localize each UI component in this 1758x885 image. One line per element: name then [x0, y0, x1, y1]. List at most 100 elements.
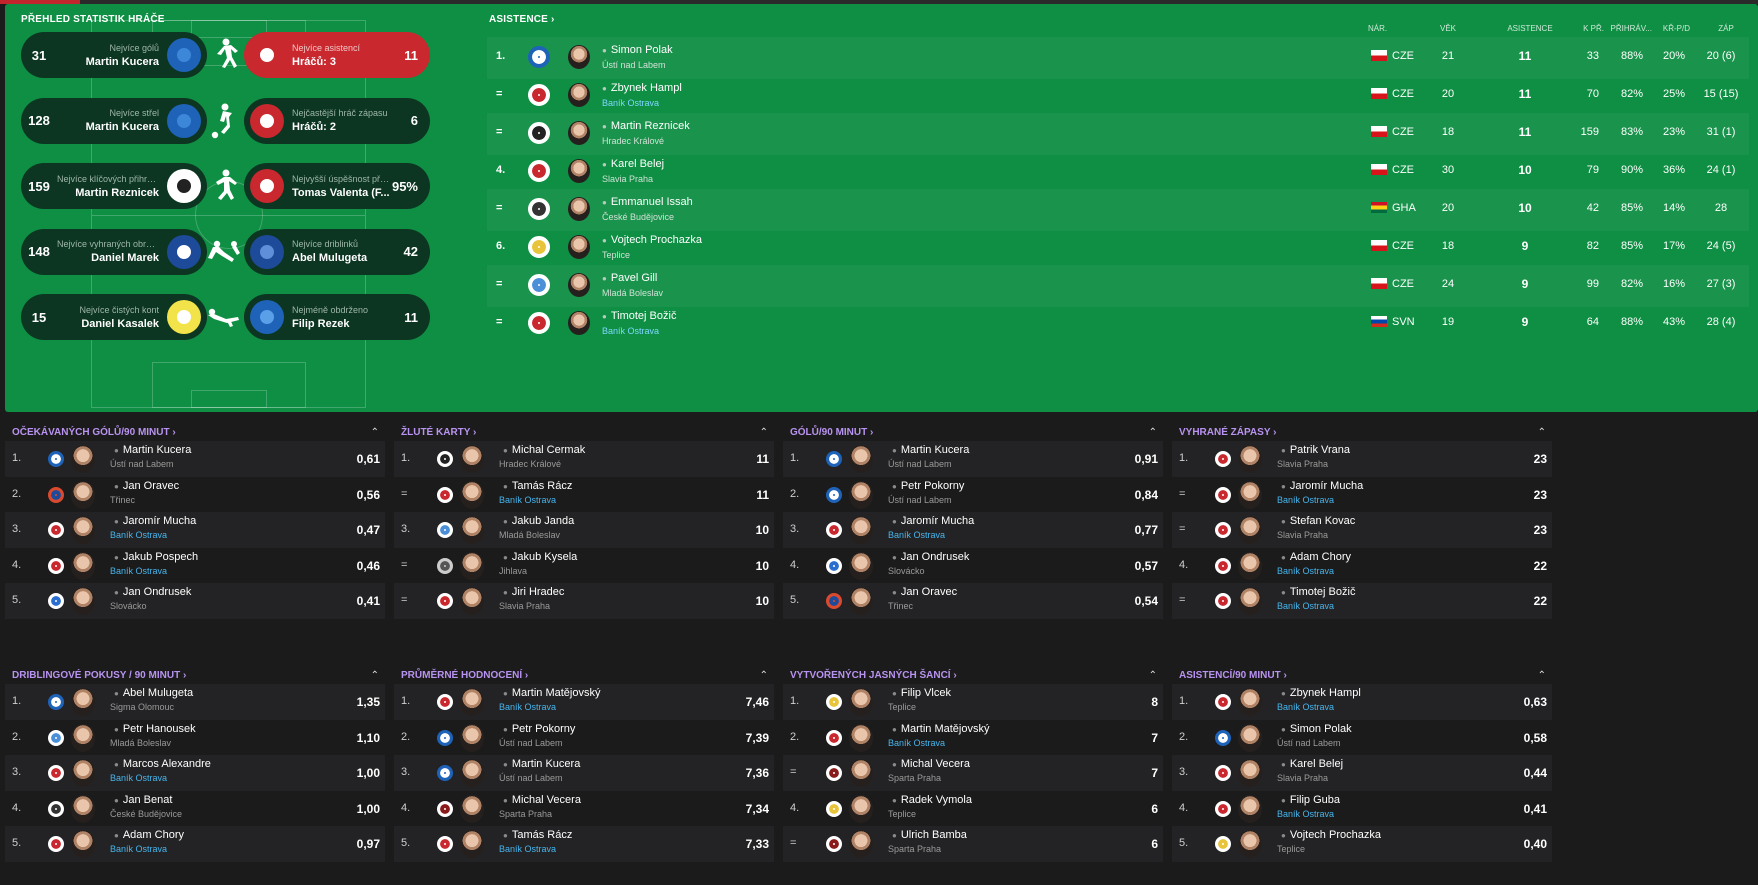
club-crest-icon[interactable] [1215, 729, 1231, 746]
player-club[interactable]: Slovácko [888, 566, 925, 576]
list-item[interactable]: 3. ● Jakub Janda Mladá Boleslav 10 [394, 512, 774, 548]
club-crest-icon[interactable] [437, 836, 453, 852]
stat-player[interactable]: Filip Rezek [292, 318, 390, 330]
player-club[interactable]: Mladá Boleslav [602, 288, 663, 298]
player-club[interactable]: Baník Ostrava [1277, 809, 1334, 819]
club-crest-icon[interactable] [48, 836, 64, 852]
player-club[interactable]: Baník Ostrava [602, 326, 659, 336]
list-item[interactable]: 5. ● Adam Chory Baník Ostrava 0,97 [5, 826, 385, 862]
collapse-icon[interactable]: ⌃ [760, 427, 768, 438]
card-title[interactable]: VYTVOŘENÝCH JASNÝCH ŠANCÍ › [790, 670, 957, 681]
table-row[interactable]: = ● Emmanuel Issah České Budějovice GHA 2… [487, 189, 1749, 231]
table-row[interactable]: = ● Zbynek Hampl Baník Ostrava CZE 20 11 … [487, 75, 1749, 117]
player-name[interactable]: ● Martin Kucera [892, 444, 969, 456]
player-name[interactable]: ● Jakub Kysela [503, 551, 577, 563]
club-crest-icon[interactable] [826, 557, 842, 574]
col-kp[interactable]: K PŘ. [1574, 24, 1604, 33]
table-row[interactable]: = ● Pavel Gill Mladá Boleslav CZE 24 9 99… [487, 265, 1749, 307]
player-face[interactable] [71, 445, 95, 473]
club-crest-icon[interactable] [48, 593, 64, 609]
player-face[interactable] [460, 794, 484, 823]
list-item[interactable]: = ● Timotej Božič Baník Ostrava 22 [1172, 583, 1552, 619]
list-item[interactable]: 2. ● Petr Pokorny Ústí nad Labem 0,84 [783, 477, 1163, 513]
club-crest-icon[interactable] [528, 312, 550, 334]
player-face[interactable] [71, 830, 95, 858]
stat-player[interactable]: Hráčů: 2 [292, 121, 390, 133]
club-crest-icon[interactable] [528, 46, 550, 68]
table-row[interactable]: = ● Timotej Božič Baník Ostrava SVN 19 9 … [487, 303, 1749, 345]
player-face[interactable] [849, 723, 873, 752]
assists-title[interactable]: ASISTENCE › [489, 14, 555, 25]
player-club[interactable]: Baník Ostrava [1277, 566, 1334, 576]
player-face[interactable] [568, 45, 590, 69]
col-krpd[interactable]: KŘ-P/D [1656, 24, 1690, 33]
player-face[interactable] [568, 273, 590, 297]
player-club[interactable]: Slavia Praha [499, 601, 550, 611]
player-name[interactable]: ● Petr Pokorny [503, 723, 575, 735]
list-item[interactable]: = ● Jiri Hradec Slavia Praha 10 [394, 583, 774, 619]
player-face[interactable] [1238, 723, 1262, 752]
player-club[interactable]: Baník Ostrava [110, 773, 167, 783]
list-item[interactable]: 5. ● Jan Ondrusek Slovácko 0,41 [5, 583, 385, 619]
collapse-icon[interactable]: ⌃ [1538, 670, 1546, 681]
player-club[interactable]: Baník Ostrava [602, 98, 659, 108]
player-name[interactable]: ● Zbynek Hampl [602, 82, 682, 94]
club-crest-icon[interactable] [1215, 522, 1231, 538]
player-name[interactable]: ● Stefan Kovac [1281, 515, 1355, 527]
club-crest-icon[interactable] [826, 800, 842, 817]
col-nat[interactable]: NÁR. [1368, 24, 1387, 33]
player-face[interactable] [568, 121, 590, 145]
stat-pill-right[interactable]: Nejvíce driblinků Abel Mulugeta 42 [244, 228, 430, 275]
list-item[interactable]: 3. ● Marcos Alexandre Baník Ostrava 1,00 [5, 755, 385, 791]
player-face[interactable] [1238, 480, 1262, 509]
card-title[interactable]: DRIBLINGOVÉ POKUSY / 90 MINUT › [12, 670, 186, 681]
player-club[interactable]: Baník Ostrava [499, 702, 556, 712]
card-title[interactable]: ŽLUTÉ KARTY › [401, 427, 476, 438]
player-club[interactable]: Mladá Boleslav [499, 530, 560, 540]
player-name[interactable]: ● Martin Matějovský [503, 687, 600, 699]
player-face[interactable] [1238, 551, 1262, 580]
player-club[interactable]: Baník Ostrava [110, 566, 167, 576]
club-crest-icon[interactable] [48, 729, 64, 746]
list-item[interactable]: 2. ● Petr Hanousek Mladá Boleslav 1,10 [5, 720, 385, 756]
stat-pill-left[interactable]: 128 Nejvíce střel Martin Kucera [21, 97, 207, 144]
club-crest-icon[interactable] [826, 486, 842, 503]
player-name[interactable]: ● Patrik Vrana [1281, 444, 1350, 456]
player-name[interactable]: ● Jan Ondrusek [892, 551, 969, 563]
player-name[interactable]: ● Adam Chory [1281, 551, 1351, 563]
list-item[interactable]: 5. ● Jan Oravec Třinec 0,54 [783, 583, 1163, 619]
list-item[interactable]: 1. ● Michal Cermak Hradec Králové 11 [394, 441, 774, 477]
list-item[interactable]: 4. ● Filip Guba Baník Ostrava 0,41 [1172, 791, 1552, 827]
player-name[interactable]: ● Simon Polak [1281, 723, 1352, 735]
card-title[interactable]: ASISTENCÍ/90 MINUT › [1179, 670, 1287, 681]
list-item[interactable]: 2. ● Jan Oravec Třinec 0,56 [5, 477, 385, 513]
player-club[interactable]: Ústí nad Labem [1277, 738, 1341, 748]
player-club[interactable]: Třinec [888, 601, 913, 611]
list-item[interactable]: 3. ● Martin Kucera Ústí nad Labem 7,36 [394, 755, 774, 791]
player-club[interactable]: Třinec [110, 495, 135, 505]
stat-player[interactable]: Martin Kucera [57, 56, 159, 68]
player-name[interactable]: ● Jaromír Mucha [1281, 480, 1363, 492]
col-apps[interactable]: ZÁP [1705, 24, 1747, 33]
player-name[interactable]: ● Jaromír Mucha [892, 515, 974, 527]
list-item[interactable]: 2. ● Martin Matějovský Baník Ostrava 7 [783, 720, 1163, 756]
club-crest-icon[interactable] [528, 84, 550, 106]
player-name[interactable]: ● Jaromír Mucha [114, 515, 196, 527]
player-club[interactable]: Baník Ostrava [499, 844, 556, 854]
club-crest-icon[interactable] [48, 451, 64, 467]
card-title[interactable]: VYHRANÉ ZÁPASY › [1179, 427, 1276, 438]
stat-player[interactable]: Daniel Kasalek [57, 318, 159, 330]
list-item[interactable]: 1. ● Zbynek Hampl Baník Ostrava 0,63 [1172, 684, 1552, 720]
player-face[interactable] [1238, 445, 1262, 473]
player-face[interactable] [849, 759, 873, 787]
list-item[interactable]: 4. ● Jakub Pospech Baník Ostrava 0,46 [5, 548, 385, 584]
club-crest-icon[interactable] [437, 451, 453, 467]
player-name[interactable]: ● Emmanuel Issah [602, 196, 693, 208]
list-item[interactable]: = ● Tamás Rácz Baník Ostrava 11 [394, 477, 774, 513]
player-face[interactable] [849, 688, 873, 716]
collapse-icon[interactable]: ⌃ [1149, 427, 1157, 438]
club-crest-icon[interactable] [528, 274, 550, 296]
player-name[interactable]: ● Timotej Božič [602, 310, 676, 322]
table-row[interactable]: = ● Martin Reznicek Hradec Králové CZE 18… [487, 113, 1749, 155]
player-club[interactable]: České Budějovice [602, 212, 674, 222]
